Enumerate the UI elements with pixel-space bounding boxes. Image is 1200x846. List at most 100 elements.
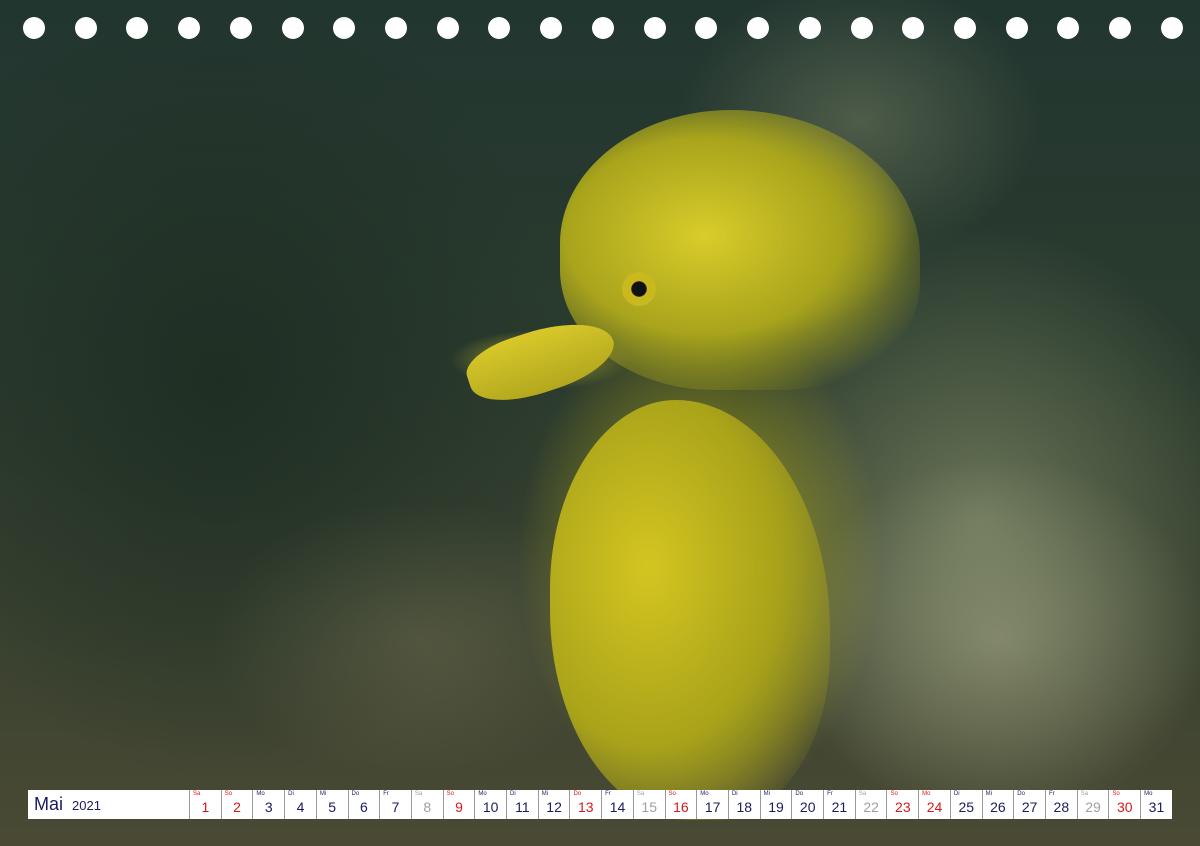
day-abbr: Mi — [541, 791, 549, 797]
binding-hole — [695, 17, 718, 39]
day-number: 30 — [1116, 799, 1133, 815]
calendar-day: Sa 22 — [856, 790, 888, 819]
calendar-day: Mo 24 — [919, 790, 951, 819]
day-number: 4 — [296, 799, 305, 815]
binding-hole — [436, 17, 459, 39]
day-number: 31 — [1148, 799, 1165, 815]
binding-hole — [23, 17, 45, 39]
calendar-strip: Mai 2021 Sa 1 So 2 Mo 3 Di 4 Mi 5 Do 6 Fr 7 Sa 8 So 9 Mo 10… — [28, 790, 1172, 819]
calendar-day: So 9 — [444, 790, 476, 819]
day-abbr: So — [224, 791, 233, 797]
binding-hole — [488, 17, 511, 39]
calendar-day: Mo 3 — [253, 790, 286, 819]
day-number: 28 — [1053, 799, 1070, 815]
day-abbr: Fr — [605, 791, 611, 797]
day-abbr: Mo — [922, 791, 931, 797]
calendar-day: Fr 7 — [380, 790, 412, 819]
day-number: 7 — [391, 799, 400, 815]
calendar-day: Do 6 — [349, 790, 381, 819]
binding-hole — [591, 17, 614, 39]
day-abbr: Mo — [256, 791, 265, 797]
day-number: 26 — [990, 799, 1006, 815]
calendar-day: Mo 17 — [697, 790, 729, 819]
day-number: 13 — [578, 799, 594, 815]
binding-hole — [902, 17, 925, 39]
binding-hole — [178, 17, 201, 39]
day-abbr: Do — [351, 791, 360, 797]
calendar-day: Di 18 — [729, 790, 761, 819]
day-abbr: Di — [731, 791, 738, 797]
day-number: 3 — [264, 799, 273, 815]
day-number: 19 — [768, 799, 784, 815]
day-abbr: Fr — [383, 791, 389, 797]
calendar-day: Fr 21 — [824, 790, 856, 819]
binding-hole — [1057, 17, 1080, 39]
day-number: 20 — [799, 799, 816, 815]
binding-hole — [643, 17, 666, 39]
binding-holes — [23, 17, 1183, 39]
binding-hole — [126, 17, 149, 39]
month-year: 2021 — [72, 798, 101, 813]
day-abbr: Di — [953, 791, 960, 797]
day-number: 6 — [359, 799, 368, 815]
binding-hole — [850, 17, 873, 39]
day-abbr: Di — [510, 791, 516, 797]
calendar-day: So 23 — [887, 790, 920, 819]
day-number: 17 — [704, 799, 721, 815]
day-number: 25 — [958, 799, 975, 815]
day-number: 12 — [546, 799, 562, 815]
day-number: 14 — [609, 799, 626, 815]
day-abbr: So — [890, 791, 898, 797]
calendar-day: Do 20 — [792, 790, 825, 819]
binding-hole — [1160, 17, 1183, 39]
day-abbr: Mo — [1144, 791, 1153, 797]
calendar-day: Fr 14 — [602, 790, 634, 819]
binding-hole — [953, 17, 976, 39]
calendar-day: Do 27 — [1014, 790, 1046, 819]
calendar-day: Di 25 — [951, 790, 983, 819]
day-abbr: Di — [288, 791, 294, 797]
day-abbr: Fr — [1048, 791, 1055, 797]
calendar-day: So 16 — [666, 790, 698, 819]
day-abbr: Do — [573, 791, 582, 797]
day-abbr: Sa — [414, 791, 423, 797]
day-number: 24 — [926, 799, 943, 815]
day-abbr: Fr — [827, 791, 833, 797]
day-number: 15 — [641, 799, 657, 815]
day-number: 5 — [328, 799, 337, 815]
calendar-day: Sa 29 — [1078, 790, 1110, 819]
day-abbr: Sa — [636, 791, 645, 797]
day-number: 21 — [831, 799, 848, 815]
calendar-day: Sa 15 — [634, 790, 666, 819]
calendar-day: Mi 26 — [983, 790, 1015, 819]
day-number: 9 — [455, 799, 463, 815]
day-abbr: Do — [1017, 791, 1025, 797]
calendar-day: Fr 28 — [1046, 790, 1078, 819]
day-abbr: So — [1112, 791, 1120, 797]
day-number: 29 — [1085, 799, 1101, 815]
binding-hole — [229, 17, 252, 39]
day-number: 22 — [863, 799, 879, 815]
day-abbr: Sa — [858, 791, 867, 797]
day-abbr: Mi — [319, 791, 327, 797]
seahorse-photo — [0, 0, 1200, 846]
binding-hole — [74, 17, 97, 39]
calendar-day: Di 4 — [285, 790, 317, 819]
calendar-day: Mi 12 — [539, 790, 571, 819]
calendar-day: Mo 10 — [475, 790, 508, 819]
calendar-day: Mo 31 — [1141, 790, 1172, 819]
calendar-day: So 30 — [1109, 790, 1142, 819]
calendar-day: Mi 19 — [761, 790, 793, 819]
day-abbr: Sa — [1080, 791, 1089, 797]
day-number: 16 — [673, 799, 689, 815]
day-abbr: Mi — [985, 791, 992, 797]
calendar-day: Do 13 — [570, 790, 603, 819]
calendar-day: Mi 5 — [317, 790, 349, 819]
binding-hole — [385, 17, 408, 39]
binding-hole — [798, 17, 821, 39]
seahorse-eye — [622, 272, 656, 306]
calendar-day: Di 11 — [507, 790, 539, 819]
day-number: 23 — [895, 799, 911, 815]
day-abbr: So — [668, 791, 676, 797]
binding-hole — [747, 17, 770, 39]
